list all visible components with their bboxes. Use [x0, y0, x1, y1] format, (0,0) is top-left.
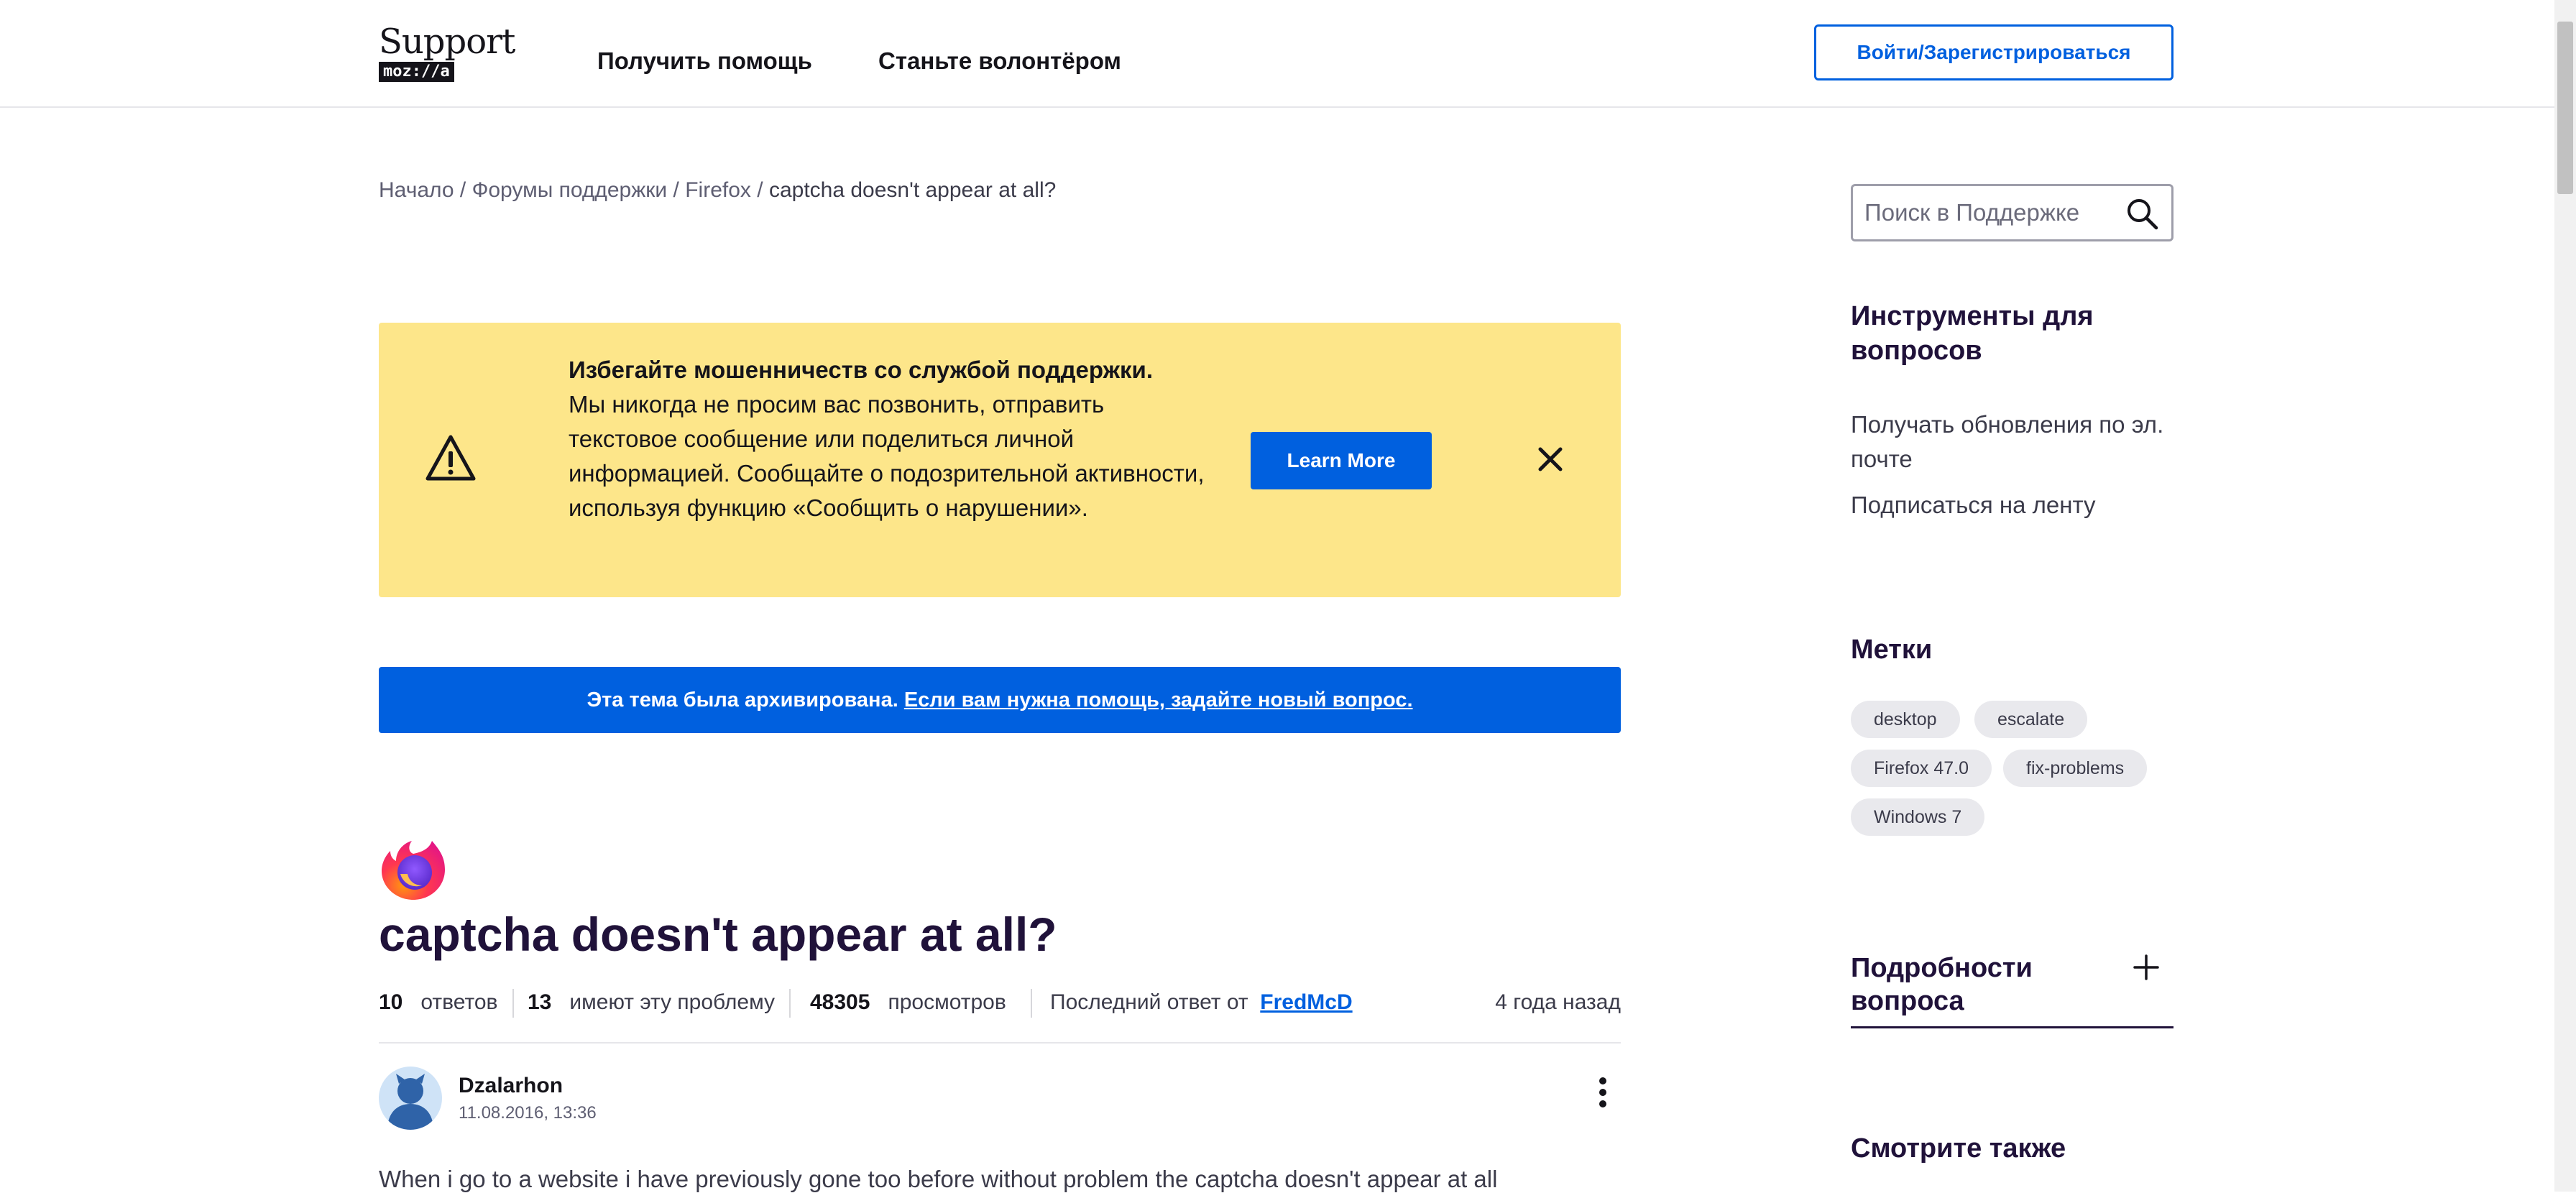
search-box — [1851, 184, 2174, 241]
meta-divider — [1031, 989, 1032, 1018]
warning-title: Избегайте мошенничеств со службой поддер… — [569, 356, 1153, 383]
breadcrumb-forums[interactable]: Форумы поддержки — [472, 178, 668, 202]
time-ago: 4 года назад — [1495, 990, 1621, 1014]
breadcrumb-current: captcha doesn't appear at all? — [768, 178, 1057, 202]
details-divider — [1851, 1026, 2174, 1028]
firefox-logo-icon — [382, 841, 445, 900]
meta-divider — [789, 989, 791, 1018]
breadcrumb: Начало / Форумы поддержки / Firefox / ca… — [379, 178, 1056, 203]
scrollbar-thumb[interactable] — [2557, 22, 2573, 194]
breadcrumb-separator: / — [459, 178, 466, 202]
post-date: 11.08.2016, 13:36 — [459, 1103, 597, 1123]
breadcrumb-separator: / — [673, 178, 679, 202]
last-reply-label: Последний ответ от — [1050, 990, 1248, 1014]
avatar[interactable] — [379, 1067, 442, 1130]
signin-button[interactable]: Войти/Зарегистрироваться — [1814, 24, 2174, 80]
warning-body: Мы никогда не просим вас позвонить, отпр… — [569, 391, 1205, 521]
subscribe-feed-link[interactable]: Подписаться на ленту — [1851, 488, 2095, 522]
user-avatar-icon — [387, 1074, 433, 1130]
tag-fix-problems[interactable]: fix-problems — [2003, 750, 2148, 787]
warning-text: Избегайте мошенничеств со службой поддер… — [569, 353, 1215, 525]
nav-volunteer[interactable]: Станьте волонтёром — [878, 47, 1121, 75]
support-logo[interactable]: Support moz://a — [379, 22, 523, 83]
archived-text: Эта тема была архивирована. — [586, 688, 898, 711]
site-header: Support moz://a Получить помощь Станьте … — [0, 0, 2554, 108]
question-details-heading[interactable]: Подробности вопроса — [1851, 952, 2138, 1018]
replies-count: 10 — [379, 990, 403, 1014]
views-count: 48305 — [810, 990, 870, 1014]
tags-heading: Метки — [1851, 635, 1933, 665]
logo-support-text: Support — [379, 22, 515, 62]
post-author[interactable]: Dzalarhon — [459, 1074, 563, 1098]
has-problem-count: 13 — [528, 990, 552, 1014]
replies-label: ответов — [420, 990, 498, 1014]
breadcrumb-separator: / — [757, 178, 763, 202]
last-reply: Последний ответ от FredMcD — [1050, 990, 1353, 1015]
last-reply-user-link[interactable]: FredMcD — [1260, 990, 1352, 1014]
has-problem-label: имеют эту проблему — [569, 990, 776, 1014]
archived-banner: Эта тема была архивирована. Если вам нуж… — [379, 667, 1621, 733]
has-problem-stat: 13 имеют эту проблему — [528, 990, 775, 1015]
learn-more-button[interactable]: Learn More — [1251, 432, 1432, 489]
nav-get-help[interactable]: Получить помощь — [597, 47, 812, 75]
post-body: When i go to a website i have previously… — [379, 1166, 1498, 1192]
breadcrumb-firefox[interactable]: Firefox — [685, 178, 751, 202]
ask-new-question-link[interactable]: Если вам нужна помощь, задайте новый воп… — [904, 688, 1413, 711]
question-meta: 10 ответов 13 имеют эту проблему 48305 п… — [379, 987, 1621, 1021]
more-options-icon[interactable] — [1591, 1075, 1614, 1110]
tag-windows-7[interactable]: Windows 7 — [1851, 798, 1985, 836]
question-tools-heading: Инструменты для вопросов — [1851, 301, 2094, 366]
mozilla-logo: moz://a — [379, 62, 454, 82]
tag-escalate[interactable]: escalate — [1974, 701, 2088, 738]
close-icon[interactable] — [1535, 443, 1566, 475]
views-stat: 48305 просмотров — [810, 990, 1006, 1015]
replies-stat: 10 ответов — [379, 990, 497, 1015]
breadcrumb-home[interactable]: Начало — [379, 178, 454, 202]
tag-desktop[interactable]: desktop — [1851, 701, 1960, 738]
page-scrollbar[interactable] — [2554, 0, 2576, 1192]
views-label: просмотров — [888, 990, 1006, 1014]
search-input[interactable] — [1864, 193, 2123, 232]
warning-triangle-icon — [426, 435, 476, 481]
email-updates-link[interactable]: Получать обновления по эл. почте — [1851, 407, 2181, 476]
search-icon[interactable] — [2125, 196, 2159, 231]
scam-warning-banner: Избегайте мошенничеств со службой поддер… — [379, 323, 1621, 597]
tag-firefox-47[interactable]: Firefox 47.0 — [1851, 750, 1992, 787]
expand-plus-icon[interactable] — [2132, 953, 2161, 982]
question-title: captcha doesn't appear at all? — [379, 908, 1057, 961]
meta-divider — [512, 989, 514, 1018]
meta-divider-line — [379, 1042, 1621, 1044]
see-also-heading: Смотрите также — [1851, 1133, 2066, 1164]
